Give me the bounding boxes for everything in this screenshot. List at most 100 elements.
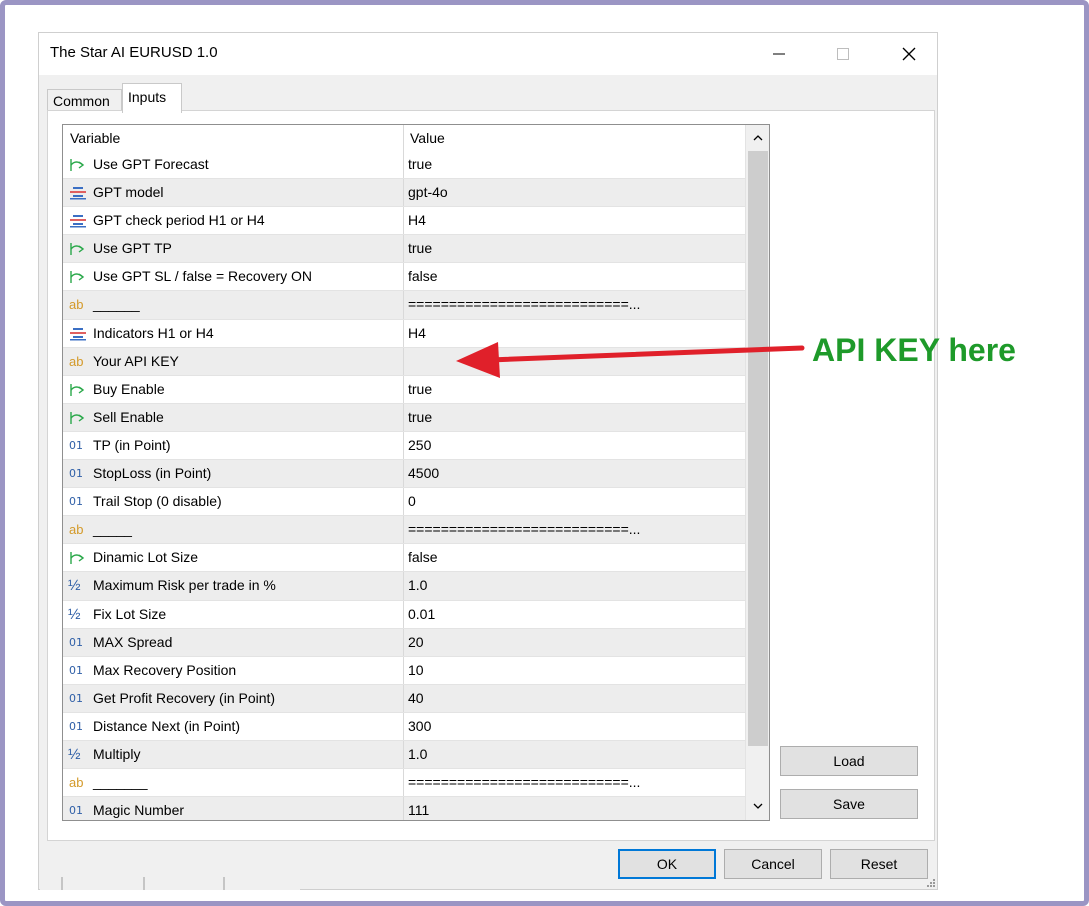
cell-divider	[403, 431, 404, 460]
value-cell[interactable]: true	[408, 381, 738, 397]
cell-divider	[403, 740, 404, 769]
grid-header: Variable Value	[63, 125, 745, 151]
cell-divider	[403, 797, 404, 820]
table-row[interactable]: ab _____ ===========================...	[63, 516, 745, 545]
table-row[interactable]: Sell Enable true	[63, 403, 745, 432]
table-row[interactable]: 01 Trail Stop (0 disable) 0	[63, 488, 745, 517]
table-row[interactable]: ½ Fix Lot Size 0.01	[63, 600, 745, 629]
table-row[interactable]: Dinamic Lot Size false	[63, 544, 745, 573]
value-cell[interactable]: false	[408, 549, 738, 565]
variable-name: Trail Stop (0 disable)	[93, 493, 222, 510]
variable-name: Distance Next (in Point)	[93, 717, 241, 734]
string-icon: ab	[69, 775, 84, 791]
variable-name: Use GPT TP	[93, 240, 172, 257]
cell-divider	[403, 151, 404, 179]
table-row[interactable]: Use GPT TP true	[63, 235, 745, 264]
table-row[interactable]: ab _______ ===========================...	[63, 769, 745, 798]
value-cell[interactable]: 111	[408, 802, 738, 818]
window-title: The Star AI EURUSD 1.0	[50, 44, 218, 61]
value-cell[interactable]: 0.01	[408, 606, 738, 622]
table-row[interactable]: Use GPT Forecast true	[63, 151, 745, 180]
value-cell[interactable]: 300	[408, 718, 738, 734]
tab-inputs[interactable]: Inputs	[122, 83, 182, 113]
cell-divider	[403, 769, 404, 797]
cell-divider	[403, 179, 404, 207]
variable-name: Maximum Risk per trade in %	[93, 577, 276, 594]
table-row[interactable]: 01 Distance Next (in Point) 300	[63, 712, 745, 741]
int-icon: 01	[69, 804, 83, 818]
variable-name: Fix Lot Size	[93, 605, 167, 622]
value-cell[interactable]: false	[408, 268, 738, 284]
red-arrow-annotation	[456, 342, 805, 378]
value-cell[interactable]: 1.0	[408, 746, 738, 762]
table-row[interactable]: 01 StopLoss (in Point) 4500	[63, 460, 745, 489]
variable-name: Sell Enable	[93, 408, 164, 425]
value-cell[interactable]: 40	[408, 690, 738, 706]
variable-name: Multiply	[93, 745, 141, 762]
table-row[interactable]: ½ Multiply 1.0	[63, 740, 745, 770]
table-row[interactable]: GPT model gpt-4o	[63, 179, 745, 208]
value-cell[interactable]: ===========================...	[408, 521, 738, 537]
table-row[interactable]: 01 TP (in Point) 250	[63, 431, 745, 461]
load-button[interactable]: Load	[780, 746, 918, 776]
value-cell[interactable]: true	[408, 409, 738, 425]
value-cell[interactable]: 4500	[408, 465, 738, 481]
scroll-up-arrow-icon[interactable]	[753, 133, 763, 143]
value-cell[interactable]: ===========================...	[408, 774, 738, 790]
int-icon: 01	[69, 719, 83, 733]
column-header-variable[interactable]: Variable	[70, 130, 120, 146]
save-button[interactable]: Save	[780, 789, 918, 819]
close-icon	[902, 47, 916, 61]
value-cell[interactable]: 20	[408, 634, 738, 650]
table-row[interactable]: GPT check period H1 or H4 H4	[63, 207, 745, 236]
cancel-button[interactable]: Cancel	[724, 849, 822, 879]
column-divider[interactable]	[403, 125, 404, 151]
value-cell[interactable]: 0	[408, 493, 738, 509]
variable-name: Indicators H1 or H4	[93, 324, 214, 341]
table-row[interactable]: 01 Max Recovery Position 10	[63, 656, 745, 685]
cell-divider	[403, 375, 404, 403]
grid-rows: Use GPT Forecast true GPT model gpt-4o GPT c…	[63, 151, 745, 820]
table-row[interactable]: 01 MAX Spread 20	[63, 628, 745, 657]
value-cell[interactable]: gpt-4o	[408, 184, 738, 200]
value-cell[interactable]: true	[408, 156, 738, 172]
value-cell[interactable]: true	[408, 240, 738, 256]
bool-icon	[69, 241, 87, 257]
table-row[interactable]: 01 Magic Number 111	[63, 797, 745, 820]
int-icon: 01	[69, 663, 83, 677]
cell-divider	[403, 263, 404, 291]
minimize-button[interactable]	[751, 33, 807, 75]
maximize-button[interactable]	[815, 33, 871, 75]
inputs-grid: Variable Value Use GPT Forecast true GPT m…	[62, 124, 770, 821]
cell-divider	[403, 207, 404, 235]
tab-common[interactable]: Common	[47, 89, 122, 112]
ok-button[interactable]: OK	[618, 849, 716, 879]
table-row[interactable]: Use GPT SL / false = Recovery ON false	[63, 263, 745, 292]
variable-name: Max Recovery Position	[93, 661, 237, 678]
scrollbar-thumb[interactable]	[748, 151, 768, 746]
cell-divider	[403, 319, 404, 347]
value-cell[interactable]: ===========================...	[408, 296, 738, 312]
cell-divider	[403, 544, 404, 572]
table-row[interactable]: ½ Maximum Risk per trade in % 1.0	[63, 572, 745, 601]
int-icon: 01	[69, 635, 83, 649]
scroll-down-arrow-icon[interactable]	[753, 801, 763, 811]
variable-name: _______	[93, 774, 148, 791]
value-cell[interactable]: H4	[408, 212, 738, 228]
cell-divider	[403, 572, 404, 600]
value-cell[interactable]: 1.0	[408, 577, 738, 593]
enum-icon	[69, 326, 87, 342]
table-row[interactable]: ab ______ ===========================...	[63, 291, 745, 320]
bool-icon	[69, 157, 87, 173]
variable-name: ______	[93, 296, 140, 313]
close-button[interactable]	[881, 33, 937, 75]
value-cell[interactable]: 10	[408, 662, 738, 678]
double-icon: ½	[68, 605, 81, 623]
variable-name: GPT model	[93, 184, 164, 201]
resize-grip-icon[interactable]	[925, 877, 935, 887]
vertical-scrollbar[interactable]	[745, 125, 769, 820]
table-row[interactable]: 01 Get Profit Recovery (in Point) 40	[63, 684, 745, 713]
value-cell[interactable]: 250	[408, 437, 738, 453]
reset-button[interactable]: Reset	[830, 849, 928, 879]
column-header-value[interactable]: Value	[410, 130, 445, 146]
